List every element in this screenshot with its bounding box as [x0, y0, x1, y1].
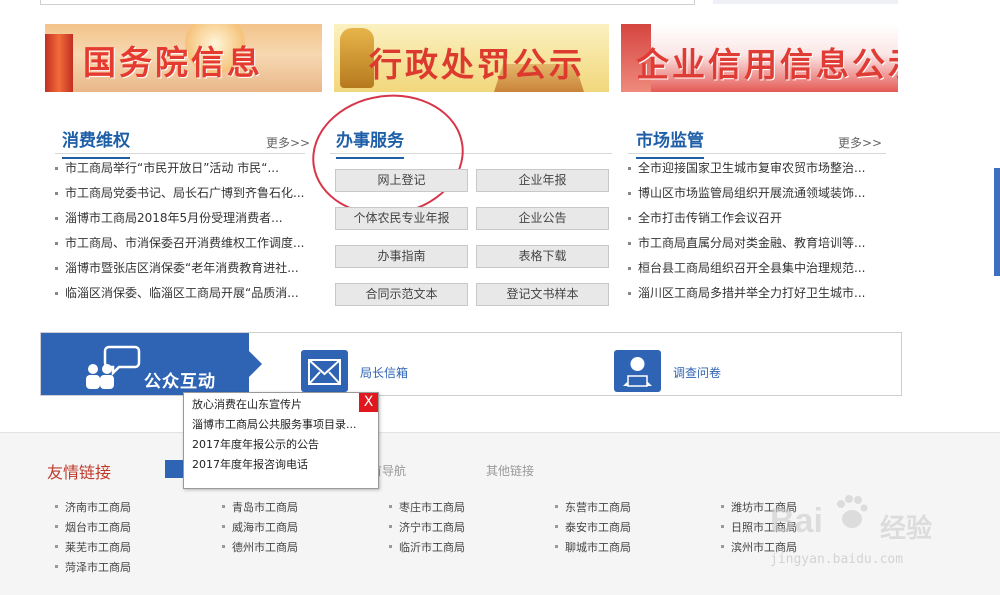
side-float-tab[interactable]: [994, 168, 1000, 276]
consumer-rights-divider: [55, 153, 305, 154]
banner-credit-info[interactable]: 企业信用信息公示: [621, 24, 898, 92]
market-supervision-news-list: 全市迎接国家卫生城市复审农贸市场整治... 博山区市场监管局组织开展流通领域装饰…: [628, 156, 865, 306]
header-arrow: [249, 351, 262, 377]
top-search-box-edge: [40, 0, 695, 5]
market-supervision-divider: [628, 153, 886, 154]
popup-link-item[interactable]: 2017年度年报咨询电话: [192, 456, 308, 472]
list-item[interactable]: 博山区市场监管局组织开展流通领域装饰...: [628, 181, 865, 206]
mailbox-icon[interactable]: [301, 350, 348, 392]
banner-admin-penalty-label: 行政处罚公示: [369, 45, 585, 84]
watermark-url: jingyan.baidu.com: [770, 552, 904, 567]
list-item[interactable]: 淄博市暨张店区消保委“老年消费教育进社...: [55, 256, 304, 281]
huabiao-pillar-decoration: [45, 34, 73, 92]
link-linyi[interactable]: 临沂市工商局: [389, 539, 465, 555]
public-interaction-bar: 公众互动 局长信箱 调查问卷: [40, 332, 902, 396]
link-dongying[interactable]: 东营市工商局: [555, 499, 631, 515]
link-liaocheng[interactable]: 聊城市工商局: [555, 539, 631, 555]
friendly-links-title: 友情链接: [47, 463, 112, 482]
list-item[interactable]: 淄川区工商局多措并举全力打好卫生城市...: [628, 281, 865, 306]
link-zaozhuang[interactable]: 枣庄市工商局: [389, 499, 465, 515]
list-item[interactable]: 全市打击传销工作会议召开: [628, 206, 865, 231]
baidu-jingyan-watermark: Bai 经验 jingyan.baidu.com: [770, 488, 970, 580]
link-dezhou[interactable]: 德州市工商局: [222, 539, 298, 555]
popup-link-item[interactable]: 放心消费在山东宣传片: [192, 396, 302, 412]
consumer-rights-title: 消费维权: [62, 126, 130, 159]
contract-template-button[interactable]: 合同示范文本: [335, 283, 468, 306]
market-supervision-title: 市场监管: [636, 126, 704, 159]
list-item[interactable]: 临淄区消保委、临淄区工商局开展“品质消...: [55, 281, 304, 306]
banner-admin-penalty[interactable]: 行政处罚公示: [334, 24, 609, 92]
floating-notice-popup: X 放心消费在山东宣传片 淄博市工商局公共服务事项目录... 2017年度年报公…: [183, 392, 379, 489]
consumer-rights-news-list: 市工商局举行“市民开放日”活动 市民“... 市工商局党委书记、局长石广博到齐鲁…: [55, 156, 304, 306]
public-interaction-title: 公众互动: [144, 372, 216, 392]
list-item[interactable]: 全市迎接国家卫生城市复审农贸市场整治...: [628, 156, 865, 181]
footer-active-tab[interactable]: [165, 460, 185, 478]
list-item[interactable]: 桓台县工商局组织召开全县集中治理规范...: [628, 256, 865, 281]
link-jinan[interactable]: 济南市工商局: [55, 499, 131, 515]
tab-other-links[interactable]: 其他链接: [486, 462, 534, 479]
service-guide-button[interactable]: 办事指南: [335, 245, 468, 268]
list-item[interactable]: 市工商局直属分局对类金融、教育培训等...: [628, 231, 865, 256]
red-annotation-circle: [304, 85, 472, 225]
top-right-strip: [713, 0, 898, 4]
registration-document-sample-button[interactable]: 登记文书样本: [476, 283, 609, 306]
market-supervision-more-link[interactable]: 更多>>: [838, 134, 882, 151]
survey-icon[interactable]: [614, 350, 661, 392]
list-item[interactable]: 淄博市工商局2018年5月份受理消费者...: [55, 206, 304, 231]
consumer-rights-more-link[interactable]: 更多>>: [266, 134, 310, 151]
director-mailbox-link[interactable]: 局长信箱: [360, 364, 408, 381]
list-item[interactable]: 市工商局、市消保委召开消费维权工作调度...: [55, 231, 304, 256]
watermark-brand: 经验: [880, 514, 933, 544]
enterprise-annual-report-button[interactable]: 企业年报: [476, 169, 609, 192]
public-interaction-header: 公众互动: [41, 333, 249, 395]
list-item[interactable]: 市工商局举行“市民开放日”活动 市民“...: [55, 156, 304, 181]
link-jining[interactable]: 济宁市工商局: [389, 519, 465, 535]
survey-link[interactable]: 调查问卷: [673, 364, 721, 381]
banner-credit-info-label: 企业信用信息公示: [636, 45, 898, 84]
paw-icon: [834, 494, 868, 534]
link-qingdao[interactable]: 青岛市工商局: [222, 499, 298, 515]
list-item[interactable]: 市工商局党委书记、局长石广博到齐鲁石化...: [55, 181, 304, 206]
link-laiwu[interactable]: 莱芜市工商局: [55, 539, 131, 555]
popup-link-item[interactable]: 淄博市工商局公共服务事项目录...: [192, 416, 357, 432]
banner-state-council[interactable]: 国务院信息: [45, 24, 322, 92]
link-taian[interactable]: 泰安市工商局: [555, 519, 631, 535]
watermark-logo: Bai: [770, 502, 823, 540]
link-yantai[interactable]: 烟台市工商局: [55, 519, 131, 535]
popup-link-item[interactable]: 2017年度年报公示的公告: [192, 436, 319, 452]
enterprise-announcement-button[interactable]: 企业公告: [476, 207, 609, 230]
link-heze[interactable]: 菏泽市工商局: [55, 559, 131, 575]
people-chat-icon: [86, 345, 141, 389]
banner-state-council-label: 国务院信息: [83, 43, 263, 82]
individual-farmer-report-button[interactable]: 个体农民专业年报: [335, 207, 468, 230]
form-download-button[interactable]: 表格下载: [476, 245, 609, 268]
online-registration-button[interactable]: 网上登记: [335, 169, 468, 192]
link-weihai[interactable]: 威海市工商局: [222, 519, 298, 535]
popup-close-button[interactable]: X: [359, 393, 378, 412]
